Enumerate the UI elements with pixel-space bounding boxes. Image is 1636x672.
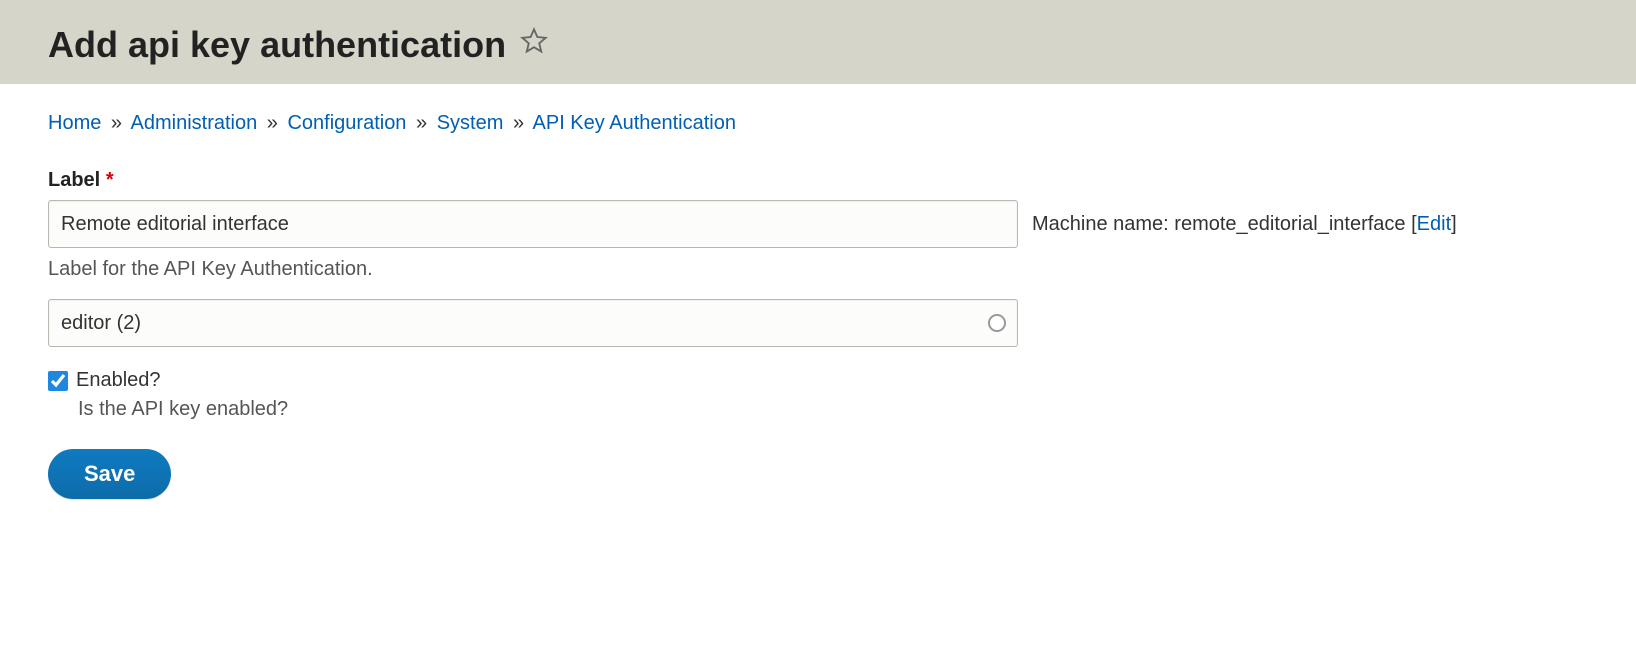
breadcrumb-link-system[interactable]: System bbox=[437, 112, 504, 134]
label-input-row: Machine name: remote_editorial_interface… bbox=[48, 200, 1588, 248]
enabled-checkbox-label: Enabled? bbox=[76, 369, 161, 392]
breadcrumb-link-home[interactable]: Home bbox=[48, 112, 101, 134]
machine-name-edit-link[interactable]: Edit bbox=[1417, 213, 1451, 235]
label-input[interactable] bbox=[48, 200, 1018, 248]
label-field-label: Label bbox=[48, 169, 100, 191]
machine-name: Machine name: remote_editorial_interface… bbox=[1032, 213, 1457, 236]
save-button[interactable]: Save bbox=[48, 449, 171, 499]
machine-name-edit-bracket-close: ] bbox=[1451, 213, 1457, 235]
content: Home » Administration » Configuration » … bbox=[0, 84, 1636, 539]
star-icon[interactable] bbox=[520, 27, 548, 55]
circle-icon[interactable] bbox=[988, 314, 1006, 332]
header-bar: Add api key authentication bbox=[0, 0, 1636, 84]
user-select-container bbox=[48, 299, 1018, 347]
machine-name-prefix: Machine name: bbox=[1032, 213, 1174, 235]
enabled-description: Is the API key enabled? bbox=[78, 398, 1588, 421]
breadcrumb-separator: » bbox=[513, 112, 524, 134]
breadcrumb-separator: » bbox=[416, 112, 427, 134]
required-marker: * bbox=[106, 169, 114, 191]
label-description: Label for the API Key Authentication. bbox=[48, 258, 1588, 281]
breadcrumb-separator: » bbox=[111, 112, 122, 134]
breadcrumb-link-configuration[interactable]: Configuration bbox=[287, 112, 406, 134]
machine-name-value: remote_editorial_interface bbox=[1174, 213, 1405, 235]
breadcrumb-link-administration[interactable]: Administration bbox=[131, 112, 258, 134]
label-field-group: Label * Machine name: remote_editorial_i… bbox=[48, 169, 1588, 281]
enabled-checkbox-row: Enabled? bbox=[48, 369, 1588, 392]
breadcrumb: Home » Administration » Configuration » … bbox=[48, 112, 1588, 135]
breadcrumb-separator: » bbox=[267, 112, 278, 134]
label-field-label-row: Label * bbox=[48, 169, 1588, 192]
breadcrumb-link-api-key-auth[interactable]: API Key Authentication bbox=[533, 112, 736, 134]
page-title: Add api key authentication bbox=[48, 24, 506, 66]
enabled-checkbox[interactable] bbox=[48, 371, 68, 391]
user-select[interactable] bbox=[48, 299, 1018, 347]
